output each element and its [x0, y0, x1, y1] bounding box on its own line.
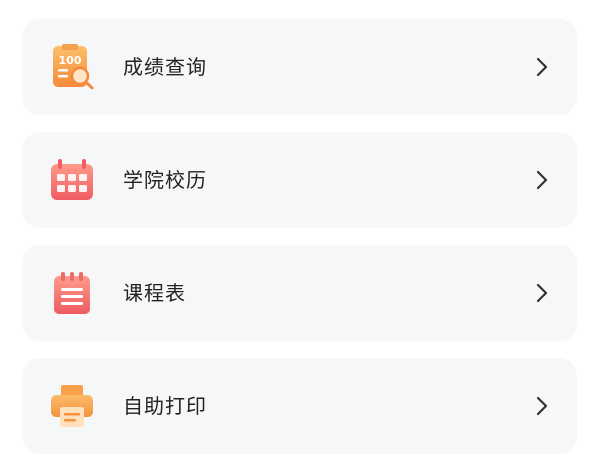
chevron-right-icon [531, 56, 553, 78]
schedule-list-icon [48, 269, 96, 317]
menu-item-score-query[interactable]: 100 成绩查询 [22, 19, 577, 115]
menu-item-academic-calendar[interactable]: 学院校历 [22, 132, 577, 228]
menu-item-course-schedule[interactable]: 课程表 [22, 245, 577, 341]
printer-icon [48, 382, 96, 430]
score-icon-text: 100 [59, 54, 82, 67]
service-menu: 100 成绩查询 学院校历 课程表 自助打印 [0, 0, 600, 467]
menu-item-label: 成绩查询 [123, 55, 207, 79]
menu-item-label: 课程表 [123, 281, 186, 305]
score-report-icon: 100 [48, 43, 96, 91]
chevron-right-icon [531, 282, 553, 304]
menu-item-self-print[interactable]: 自助打印 [22, 358, 577, 454]
menu-item-label: 学院校历 [123, 168, 207, 192]
chevron-right-icon [531, 169, 553, 191]
menu-item-label: 自助打印 [123, 394, 207, 418]
calendar-icon [48, 156, 96, 204]
chevron-right-icon [531, 395, 553, 417]
